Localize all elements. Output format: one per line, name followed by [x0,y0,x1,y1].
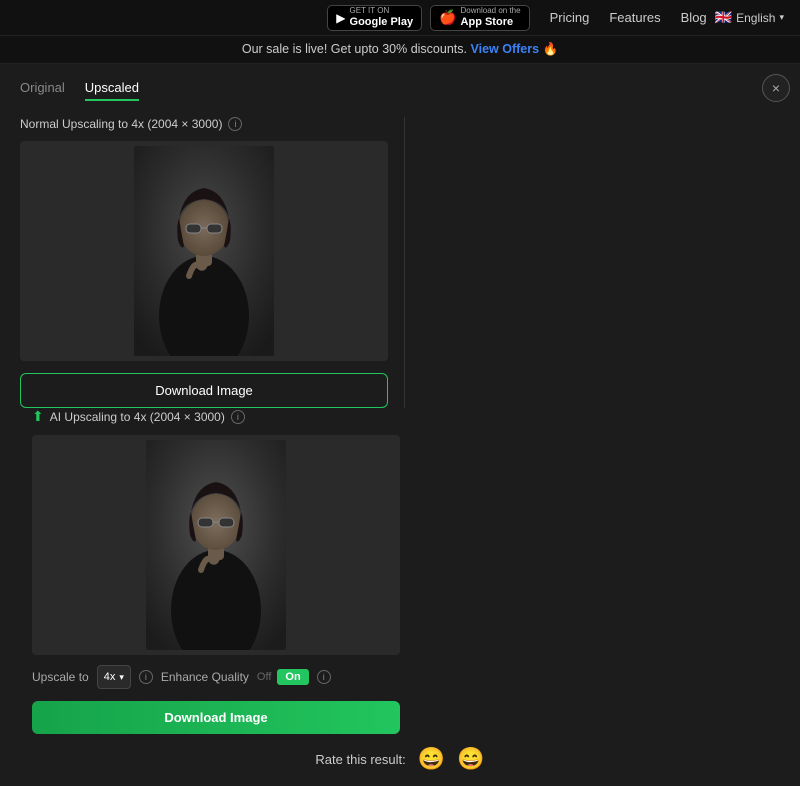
lang-label: English [736,11,775,25]
panel-divider [404,117,405,408]
normal-image [134,146,274,356]
enhance-info-icon[interactable]: i [317,670,331,684]
upscale-chevron-icon: ▾ [119,672,124,683]
panel-ai: ⬆ AI Upscaling to 4x (2004 × 3000) i [20,408,400,734]
chevron-down-icon: ▾ [779,12,784,23]
tab-original[interactable]: Original [20,80,65,101]
ai-controls: Upscale to 4x ▾ i Enhance Quality Off On… [32,665,400,689]
panel-normal: Normal Upscaling to 4x (2004 × 3000) i [20,117,400,408]
view-offers-link[interactable]: View Offers [470,42,539,56]
normal-image-container [20,141,388,361]
apple-icon: 🍎 [439,9,456,26]
ai-image [146,440,286,650]
ai-title-text: AI Upscaling to 4x (2004 × 3000) [50,410,225,424]
close-button[interactable]: × [762,74,790,102]
main-content: × Original Upscaled Normal Upscaling to … [0,64,800,786]
google-play-text: GET IT ON Google Play [350,6,414,29]
upscale-value: 4x [104,671,116,683]
app-store-text: Download on the App Store [461,6,521,29]
download-normal-button[interactable]: Download Image [20,373,388,408]
rating-happy-button[interactable]: 😄 [457,748,484,770]
rating-label: Rate this result: [315,752,405,767]
rating-sad-button[interactable]: 😄 [418,748,445,770]
app-store-badge[interactable]: 🍎 Download on the App Store [430,5,529,31]
flag-icon: 🇬🇧 [715,9,732,26]
download-ai-button[interactable]: Download Image [32,701,400,734]
top-navbar: ▶ GET IT ON Google Play 🍎 Download on th… [0,0,800,36]
banner-text: Our sale is live! Get upto 30% discounts… [242,42,467,56]
sale-banner: Our sale is live! Get upto 30% discounts… [0,36,800,64]
normal-title-text: Normal Upscaling to 4x (2004 × 3000) [20,117,222,131]
google-play-badge[interactable]: ▶ GET IT ON Google Play [327,5,422,31]
upscale-label: Upscale to [32,670,89,684]
toggle-on-label[interactable]: On [277,669,308,685]
rating-row: Rate this result: 😄 😄 [20,748,780,770]
upscale-info-icon[interactable]: i [139,670,153,684]
tabs: Original Upscaled [20,80,780,101]
normal-info-icon[interactable]: i [228,117,242,131]
upscale-select[interactable]: 4x ▾ [97,665,131,689]
panel-ai-title: ⬆ AI Upscaling to 4x (2004 × 3000) i [32,408,400,425]
nav-pricing[interactable]: Pricing [550,10,590,25]
nav-blog[interactable]: Blog [681,10,707,25]
ai-upscale-icon: ⬆ [32,408,44,425]
panel-normal-title: Normal Upscaling to 4x (2004 × 3000) i [20,117,388,131]
enhance-label: Enhance Quality [161,670,249,684]
comparison-grid: Normal Upscaling to 4x (2004 × 3000) i [20,117,780,734]
language-selector[interactable]: 🇬🇧 English ▾ [715,9,784,26]
google-play-icon: ▶ [336,11,345,25]
tab-upscaled[interactable]: Upscaled [85,80,139,101]
ai-info-icon[interactable]: i [231,410,245,424]
ai-image-container [32,435,400,655]
enhance-toggle: Off On [257,669,309,685]
toggle-off-label[interactable]: Off [257,671,271,683]
nav-features[interactable]: Features [609,10,660,25]
fire-icon: 🔥 [543,42,559,56]
nav-links: Pricing Features Blog [550,10,707,25]
